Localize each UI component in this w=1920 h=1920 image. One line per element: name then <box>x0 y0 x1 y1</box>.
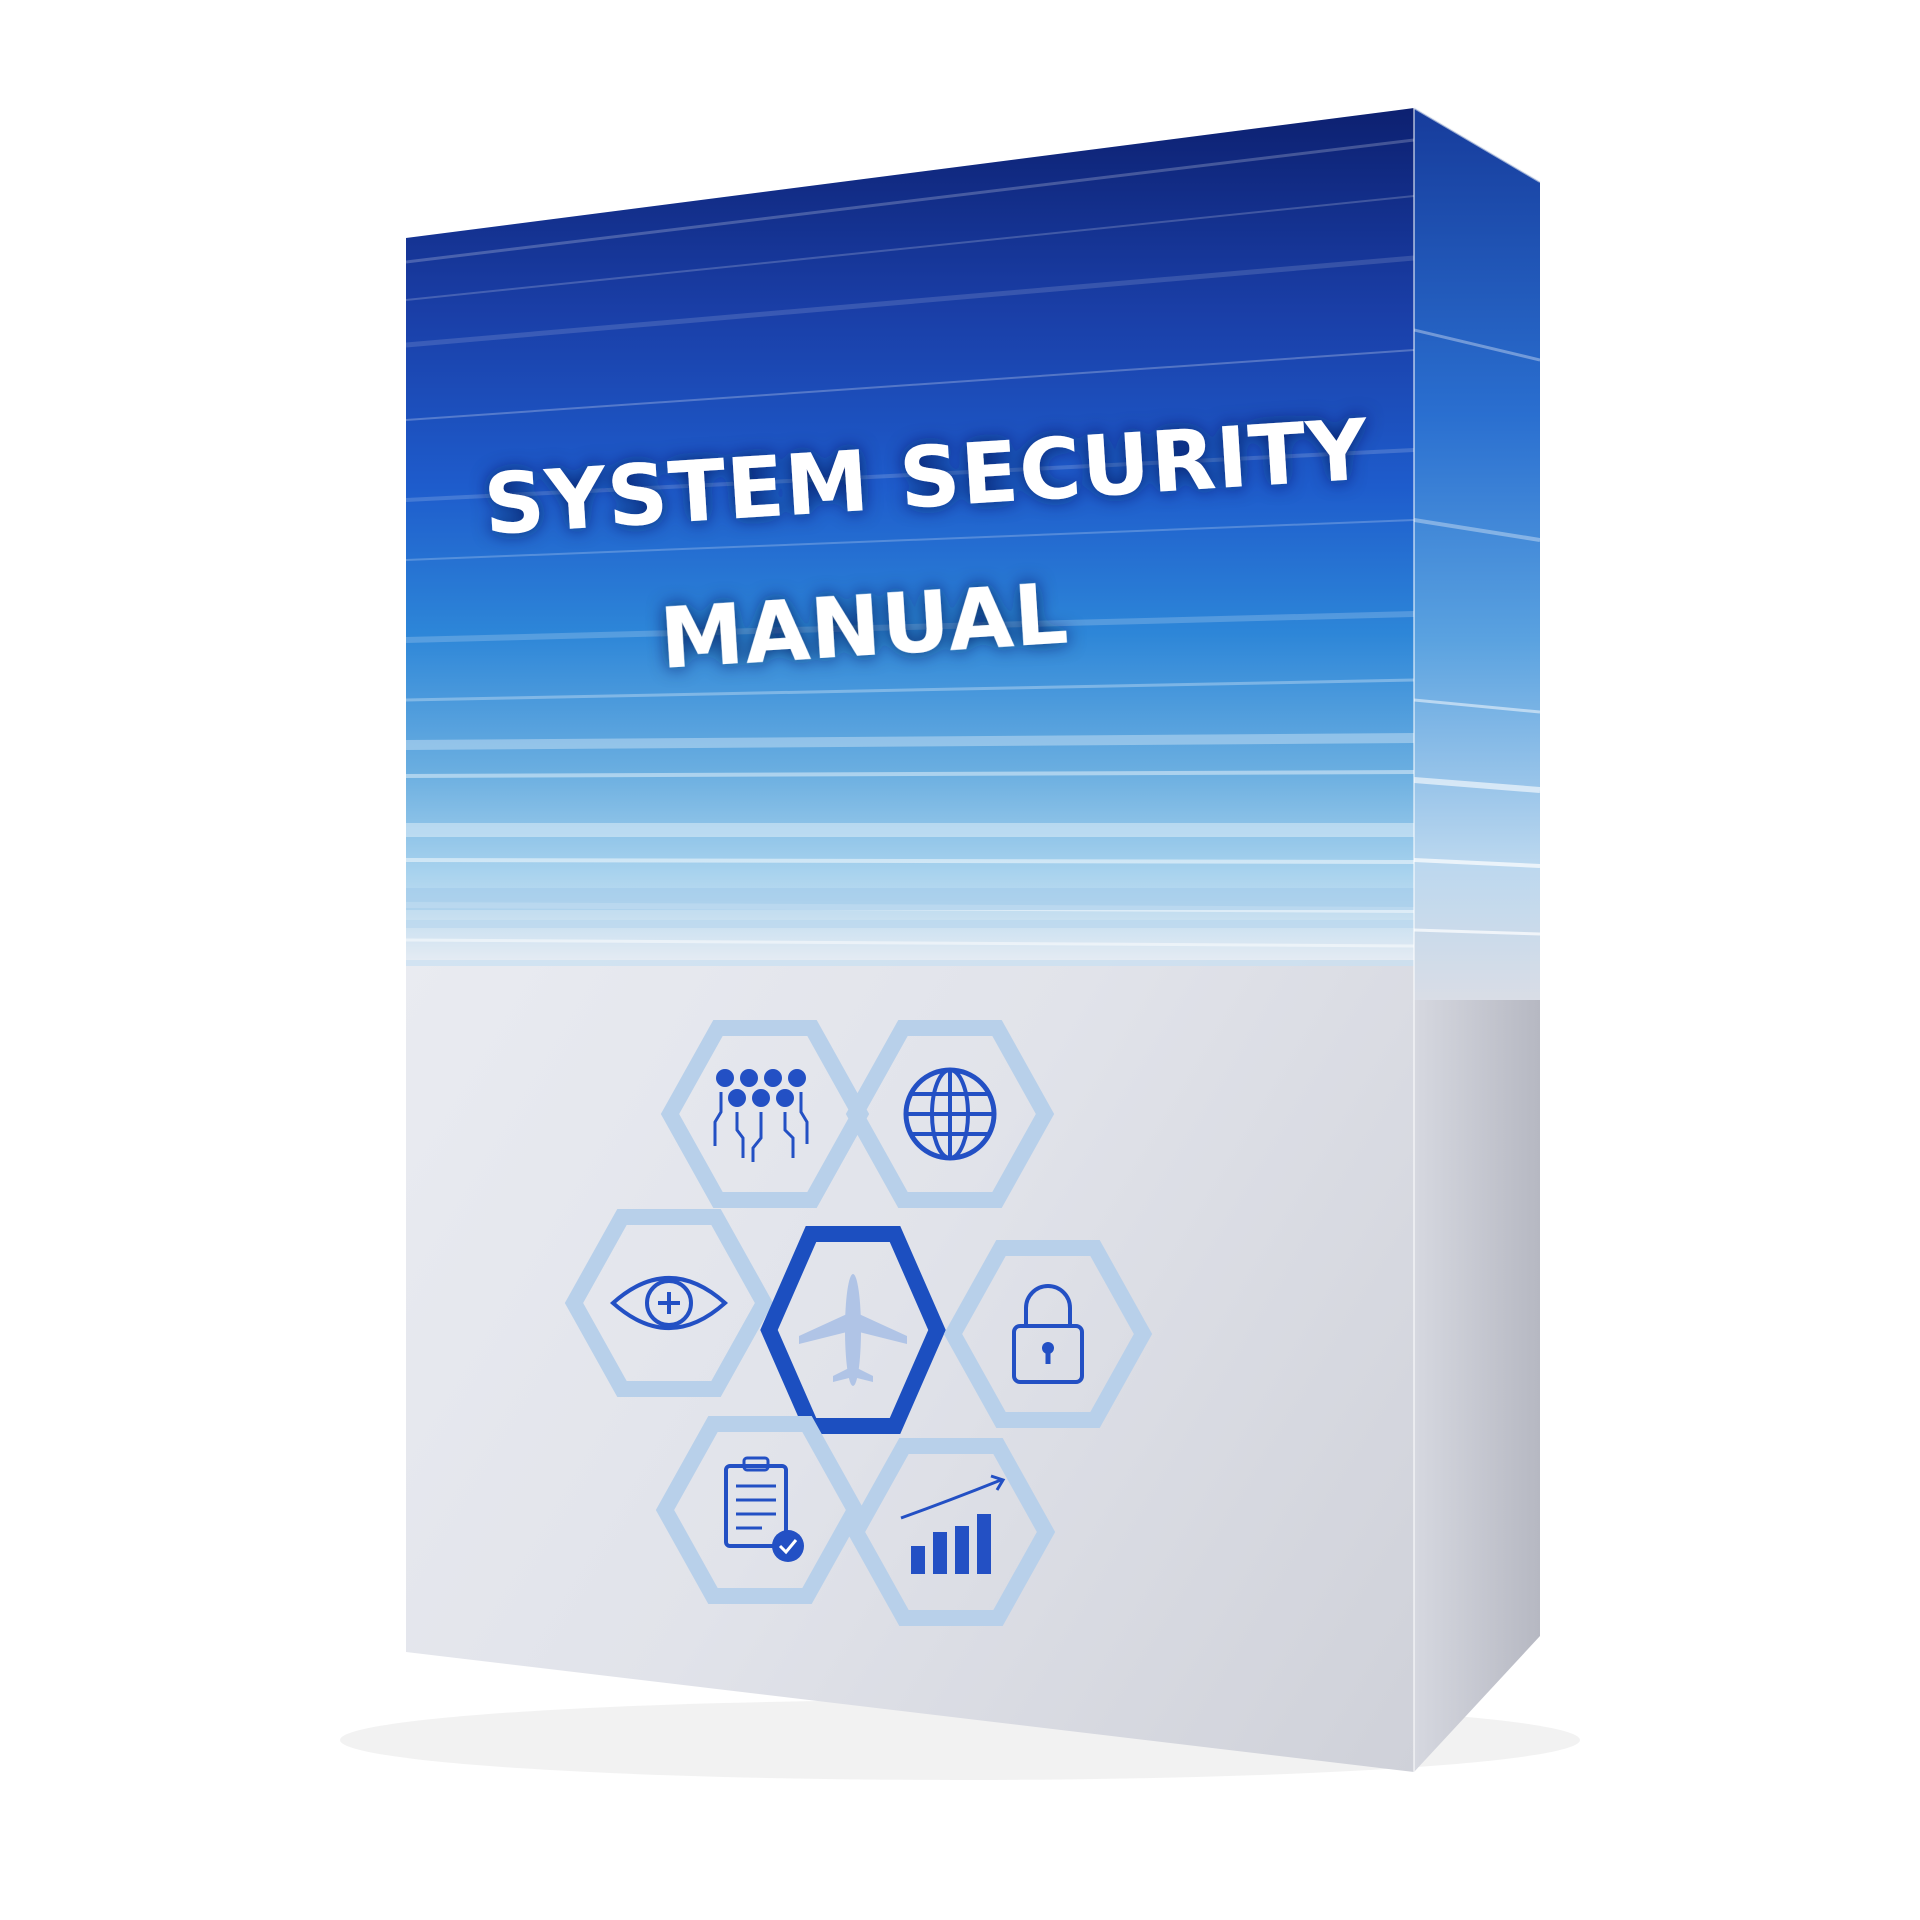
product-box-scene: SYSTEM SECURITY MANUAL <box>0 0 1920 1920</box>
box-front-face: SYSTEM SECURITY MANUAL <box>406 108 1414 1772</box>
product-box: SYSTEM SECURITY MANUAL <box>340 107 1580 1780</box>
box-side-face <box>1413 107 1541 1772</box>
